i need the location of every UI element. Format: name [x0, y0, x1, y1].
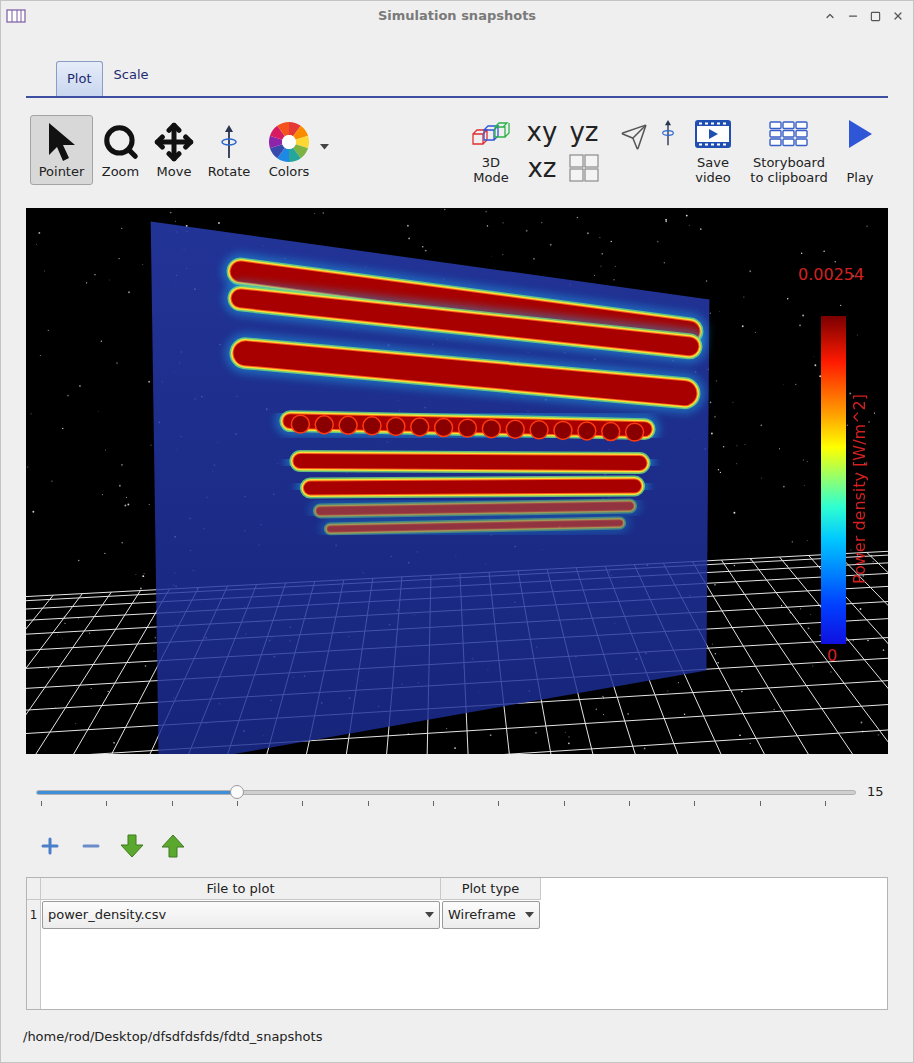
view-mode-button[interactable]: 3DMode [466, 114, 516, 186]
play-icon [846, 118, 874, 150]
move-arrows-icon [154, 122, 194, 162]
content: PlotScale Pointer Zoom Move Rotate Colors 3DMo… [1, 31, 913, 1010]
slider-ticks [36, 801, 856, 806]
tool-label: Rotate [208, 164, 251, 179]
maximize-icon[interactable] [870, 11, 881, 22]
app-window: Simulation snapshots PlotScale Pointer Zoom… [0, 0, 914, 1063]
grid-layout-icon [569, 154, 599, 182]
file-combo[interactable]: power_density.csv [42, 901, 440, 929]
dropdown-caret-icon [525, 912, 534, 918]
color-wheel-icon [268, 121, 310, 163]
field-bands [241, 271, 690, 528]
plus-icon [38, 834, 62, 858]
colorbar-max: 0.00254 [798, 263, 864, 287]
plane-yz-button[interactable]: yz [569, 119, 598, 145]
pointer-arrow-icon [45, 121, 79, 163]
tool-label: Move [157, 164, 192, 179]
column-header[interactable]: File to plot [41, 878, 441, 900]
list-buttons [38, 834, 888, 858]
send-button[interactable] [616, 114, 652, 186]
close-icon[interactable] [892, 10, 904, 22]
files-table: File to plotPlot type1power_density.csvW… [26, 877, 888, 1010]
arrow-down-icon [120, 834, 144, 858]
slider-fill [37, 791, 237, 794]
film-video-icon [695, 119, 731, 149]
status-bar: /home/rod/Desktop/dfsdfdsfds/fdtd_snapsh… [1, 1028, 913, 1046]
tool-label: Storyboardto clipboard [750, 155, 827, 185]
remove-button[interactable] [79, 834, 103, 858]
plane-xz-button[interactable]: xz [527, 155, 556, 181]
plane-buttons: xyyzxz [520, 114, 604, 186]
tab-underline [26, 96, 888, 98]
slider-value: 15 [867, 784, 884, 800]
tool-button[interactable]: Colors [258, 115, 320, 185]
tool-label: 3DMode [473, 155, 508, 185]
tool-button[interactable]: Pointer [30, 115, 93, 185]
plot-type-combo[interactable]: Wireframe [442, 901, 540, 929]
slice-plane [151, 222, 710, 754]
tool-label: Zoom [102, 164, 139, 179]
colors-menu-caret[interactable] [320, 144, 330, 150]
add-button[interactable] [38, 834, 62, 858]
tab-bar: PlotScale [26, 61, 888, 96]
table-header: File to plotPlot type [27, 878, 887, 900]
storyboard-icon [769, 121, 809, 147]
tool-label: Pointer [39, 164, 85, 179]
window-controls [536, 10, 908, 22]
move-down-button[interactable] [120, 834, 144, 858]
paper-plane-icon [620, 123, 648, 151]
title-bar: Simulation snapshots [1, 1, 913, 31]
plot-canvas[interactable]: 0.00254 0 Power density [W/m^2] [26, 208, 888, 754]
row-index: 1 [27, 900, 41, 930]
colorbar [821, 316, 846, 644]
tab[interactable]: Scale [104, 61, 159, 96]
tab[interactable]: Plot [56, 61, 103, 96]
quad-view-button[interactable] [569, 154, 599, 182]
scene-3d[interactable] [26, 208, 888, 754]
arrow-up-icon [161, 834, 185, 858]
shade-icon[interactable] [824, 10, 836, 22]
minus-icon [79, 834, 103, 858]
action-button[interactable]: Savevideo [682, 114, 744, 186]
dropdown-caret-icon [425, 912, 434, 918]
magnifier-icon [102, 123, 140, 161]
plane-xy-button[interactable]: xy [527, 119, 558, 145]
tool-label: Colors [269, 164, 310, 179]
toolbar: Pointer Zoom Move Rotate Colors 3DMode xyyzxz S… [26, 114, 888, 186]
tool-label: Savevideo [695, 155, 731, 185]
move-up-button[interactable] [161, 834, 185, 858]
tool-button[interactable]: Rotate [200, 115, 258, 185]
action-button[interactable]: Storyboardto clipboard [744, 114, 834, 186]
tool-label: Play [846, 170, 873, 185]
rotate-axis-button[interactable] [654, 114, 682, 186]
colorbar-min: 0 [827, 644, 837, 668]
caret-down-icon [320, 144, 329, 150]
tool-button[interactable]: Move [148, 115, 200, 185]
column-header[interactable]: Plot type [441, 878, 541, 900]
slider-track[interactable] [36, 784, 856, 800]
rotate-axis-icon [220, 125, 238, 159]
tool-button[interactable]: Zoom [93, 115, 148, 185]
window-title: Simulation snapshots [378, 6, 536, 26]
app-icon [6, 9, 26, 23]
minimize-icon[interactable] [847, 10, 859, 22]
table-row[interactable]: 1power_density.csvWireframe [27, 900, 887, 930]
cubes-3d-icon [471, 122, 511, 148]
snapshot-slider-row: 15 [26, 784, 888, 808]
slider-thumb[interactable] [230, 785, 244, 799]
action-button[interactable]: Play [834, 114, 886, 186]
rotate-axis-icon [659, 120, 677, 146]
colorbar-label: Power density [W/m^2] [848, 394, 872, 584]
